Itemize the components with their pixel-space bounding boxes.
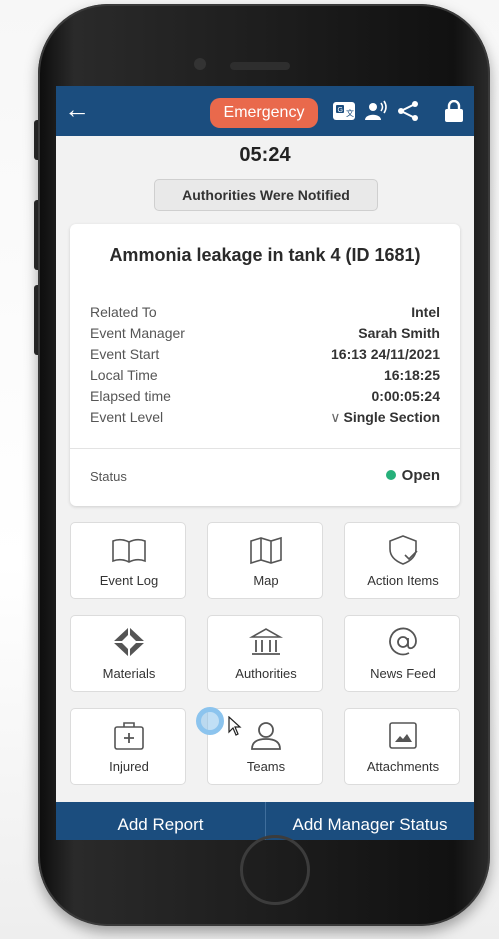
top-bar: ← Emergency G 文 (56, 86, 474, 136)
info-value: Intel (411, 304, 440, 320)
person-icon (251, 722, 281, 750)
tile-label: Action Items (367, 573, 439, 588)
earpiece (230, 62, 290, 70)
event-title: Ammonia leakage in tank 4 (ID 1681) (109, 245, 421, 265)
lock-icon[interactable] (442, 100, 466, 122)
add-report-button[interactable]: Add Report (56, 802, 265, 840)
tile-label: Attachments (366, 759, 440, 774)
info-value: 16:18:25 (383, 367, 440, 383)
tile-label: News Feed (370, 666, 436, 681)
info-row-event-start: Event Start 16:13 24/11/2021 (90, 346, 440, 367)
status-dot-icon (385, 470, 396, 480)
building-icon (248, 628, 284, 655)
emergency-button[interactable]: Emergency (210, 98, 318, 128)
chevron-down-icon: ∨ (330, 409, 341, 425)
first-aid-icon (114, 722, 144, 750)
info-row-related-to: Related To Intel (90, 304, 440, 325)
authorities-notified-badge: Authorities Were Notified (154, 179, 378, 211)
front-camera (194, 58, 206, 70)
app-screen: ← Emergency G 文 05:24 Authorities Were N… (56, 86, 474, 840)
event-level-value: Single Section (343, 409, 440, 425)
tile-label: Materials (102, 666, 156, 681)
materials-icon (113, 627, 145, 657)
elapsed-timer: 05:24 (239, 144, 291, 166)
back-arrow-icon[interactable]: ← (64, 95, 92, 123)
info-label: Event Manager (90, 325, 185, 341)
tile-label: Authorities (235, 666, 297, 681)
photo-background: ← Emergency G 文 05:24 Authorities Were N… (0, 0, 499, 939)
tile-label: Injured (109, 759, 149, 774)
image-icon (389, 722, 417, 749)
divider (70, 448, 460, 449)
info-label: Event Start (90, 346, 160, 362)
book-icon (112, 538, 146, 563)
tile-label: Map (253, 573, 279, 588)
info-value: 0:00:05:24 (371, 388, 441, 404)
tile-teams[interactable]: Teams (207, 708, 323, 785)
touch-indicator (196, 707, 224, 735)
tile-event-log[interactable]: Event Log (70, 522, 186, 599)
tile-materials[interactable]: Materials (70, 615, 186, 692)
shield-check-icon (389, 535, 418, 565)
status-badge: Open (385, 467, 440, 484)
tile-map[interactable]: Map (207, 522, 323, 599)
translate-icon[interactable]: G 文 (332, 100, 356, 122)
svg-text:G: G (338, 107, 343, 114)
tile-action-items[interactable]: Action Items (344, 522, 460, 599)
tile-authorities[interactable]: Authorities (207, 615, 323, 692)
add-manager-status-button[interactable]: Add Manager Status (266, 802, 474, 840)
share-icon[interactable] (396, 100, 420, 122)
tile-news-feed[interactable]: News Feed (344, 615, 460, 692)
info-value: Sarah Smith (358, 325, 440, 341)
tile-attachments[interactable]: Attachments (344, 708, 460, 785)
info-row-elapsed-time: Elapsed time 0:00:05:24 (90, 388, 440, 409)
bottom-action-bar: Add Report Add Manager Status (56, 802, 474, 840)
tile-label: Event Log (99, 573, 159, 588)
map-icon (250, 536, 282, 565)
tile-injured[interactable]: Injured (70, 708, 186, 785)
event-info-card: Ammonia leakage in tank 4 (ID 1681) Rela… (70, 224, 460, 506)
status-value: Open (401, 467, 440, 484)
info-label: Local Time (90, 367, 158, 383)
info-row-event-level: Event Level ∨ Single Section (90, 409, 440, 430)
voice-icon[interactable] (364, 100, 388, 122)
info-row-event-manager: Event Manager Sarah Smith (90, 325, 440, 346)
tile-label: Teams (246, 759, 286, 774)
info-row-local-time: Local Time 16:18:25 (90, 367, 440, 388)
info-value: 16:13 24/11/2021 (331, 346, 440, 362)
svg-text:文: 文 (346, 108, 354, 118)
mouse-pointer-icon (228, 716, 242, 736)
home-button[interactable] (240, 835, 310, 905)
info-label: Elapsed time (90, 388, 171, 404)
event-level-dropdown[interactable]: ∨ Single Section (330, 409, 440, 426)
status-label: Status (90, 469, 127, 484)
info-label: Related To (90, 304, 157, 320)
at-icon (389, 627, 417, 656)
info-label: Event Level (90, 409, 164, 425)
